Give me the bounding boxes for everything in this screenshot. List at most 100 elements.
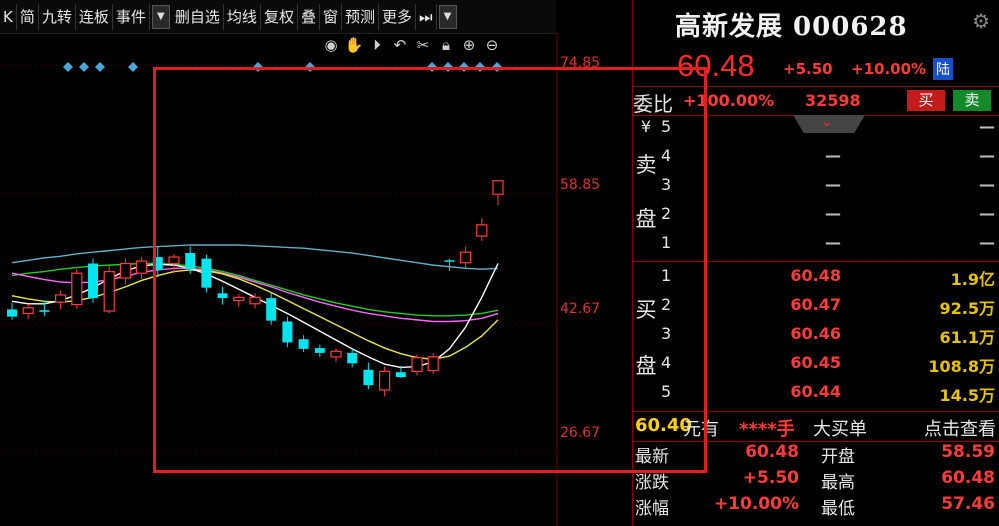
- candle[interactable]: [314, 344, 325, 357]
- candle[interactable]: [71, 269, 83, 309]
- candle-body: [54, 294, 67, 303]
- candle[interactable]: [476, 218, 488, 241]
- candle-body: [39, 310, 50, 312]
- toolbar-button[interactable]: K: [0, 3, 17, 30]
- event-marker[interactable]: [492, 62, 502, 72]
- zoom-in-icon[interactable]: ⊕: [460, 36, 478, 54]
- order-ratio-label: 委比: [633, 92, 673, 116]
- view-link[interactable]: 点击查看: [924, 415, 996, 441]
- event-marker[interactable]: [305, 62, 315, 72]
- candle[interactable]: [411, 354, 423, 376]
- event-marker[interactable]: [427, 62, 437, 72]
- event-marker[interactable]: [63, 62, 73, 72]
- ask-row[interactable]: 5—: [659, 117, 999, 146]
- candle-body: [444, 260, 455, 262]
- scissors-icon[interactable]: ✂: [414, 36, 432, 54]
- candle[interactable]: [460, 246, 472, 269]
- price-change-pct: +10.00%: [851, 60, 927, 78]
- play-icon[interactable]: ⏵: [368, 36, 386, 54]
- candle[interactable]: [492, 180, 504, 206]
- big-order-row[interactable]: 60.40 元有 ****手 大买单 点击查看: [633, 411, 999, 442]
- toolbar-button[interactable]: 连板: [76, 3, 113, 30]
- candle[interactable]: [427, 352, 439, 374]
- candle[interactable]: [330, 348, 342, 362]
- candle[interactable]: [363, 362, 374, 390]
- event-marker[interactable]: [443, 62, 453, 72]
- toolbar-button[interactable]: 事件: [113, 3, 150, 30]
- bid-row[interactable]: 3 60.46 61.1万: [659, 324, 999, 353]
- candle[interactable]: [103, 265, 115, 314]
- candle-body: [119, 262, 132, 279]
- eye-icon[interactable]: ◉: [322, 36, 340, 54]
- ask-row[interactable]: 1 — —: [659, 233, 999, 262]
- bid-volume: 108.8万: [928, 357, 995, 376]
- candle-body: [460, 251, 472, 264]
- ask-row[interactable]: 4 — —: [659, 146, 999, 175]
- quote-value: 57.46: [941, 494, 995, 514]
- lock-icon[interactable]: 🔒︎: [437, 36, 455, 54]
- candle[interactable]: [233, 294, 245, 307]
- candle[interactable]: [266, 293, 277, 325]
- market-badge[interactable]: 陆: [933, 58, 953, 80]
- level-number: 2: [661, 204, 672, 223]
- zoom-out-icon[interactable]: ⊖: [483, 36, 501, 54]
- sell-button[interactable]: 卖: [953, 90, 991, 111]
- toolbar-button[interactable]: 简: [17, 3, 39, 30]
- event-marker[interactable]: [95, 62, 105, 72]
- ask-price: —: [825, 233, 841, 252]
- toolbar-button[interactable]: 预测: [342, 3, 379, 30]
- event-marker[interactable]: [475, 62, 485, 72]
- gear-icon[interactable]: ⚙: [972, 9, 990, 33]
- level-number: 1: [661, 266, 672, 285]
- bid-row[interactable]: 1 60.48 1.9亿: [659, 266, 999, 295]
- candle[interactable]: [298, 335, 309, 353]
- event-marker[interactable]: [459, 62, 469, 72]
- big-order-unit: 元有: [683, 419, 719, 440]
- bid-price: 60.44: [790, 382, 841, 401]
- candle[interactable]: [217, 286, 228, 305]
- candle[interactable]: [444, 258, 455, 271]
- ask-row[interactable]: 3 — —: [659, 175, 999, 204]
- toolbar-button[interactable]: 复权: [261, 3, 298, 30]
- bid-price: 60.46: [790, 324, 841, 343]
- candle[interactable]: [152, 246, 163, 278]
- chart-tools: ◉ ✋ ⏵ ↶ ✂ 🔒︎ ⊕ ⊖: [322, 36, 501, 54]
- bid-row[interactable]: 5 60.44 14.5万: [659, 382, 999, 411]
- candle[interactable]: [282, 316, 293, 348]
- event-marker[interactable]: [128, 62, 138, 72]
- toolbar-button[interactable]: 叠: [298, 3, 320, 30]
- event-marker[interactable]: [79, 62, 89, 72]
- candle[interactable]: [54, 290, 67, 310]
- toolbar-button[interactable]: 均线: [224, 3, 261, 30]
- undo-icon[interactable]: ↶: [391, 36, 409, 54]
- candle[interactable]: [379, 366, 391, 397]
- quote-label: 开盘: [821, 447, 855, 467]
- toolbar-button[interactable]: ⏭: [416, 3, 437, 30]
- ask-price: —: [825, 204, 841, 223]
- candle-body: [249, 296, 261, 305]
- toolbar-button[interactable]: 九转: [39, 3, 76, 30]
- candle[interactable]: [136, 257, 148, 279]
- dropdown-arrow-icon[interactable]: ▼: [151, 4, 170, 29]
- dropdown-arrow-icon[interactable]: ▼: [438, 4, 457, 29]
- event-marker[interactable]: [253, 62, 263, 72]
- candle[interactable]: [119, 258, 132, 285]
- candle[interactable]: [7, 302, 17, 320]
- bid-row[interactable]: 4 60.45 108.8万: [659, 353, 999, 382]
- bid-row[interactable]: 2 60.47 92.5万: [659, 295, 999, 324]
- candle-body: [411, 357, 423, 373]
- candle[interactable]: [347, 348, 358, 368]
- quote-label: 最高: [821, 473, 855, 493]
- candle[interactable]: [201, 254, 212, 293]
- toolbar-button[interactable]: 更多: [379, 3, 417, 30]
- ask-row[interactable]: 2 — —: [659, 204, 999, 233]
- toolbar-button[interactable]: 窗: [320, 3, 342, 30]
- toolbar-button[interactable]: 删自选: [172, 3, 224, 30]
- bid-price: 60.48: [790, 266, 841, 285]
- candle[interactable]: [88, 258, 98, 303]
- buy-button[interactable]: 买: [907, 90, 945, 111]
- candle[interactable]: [168, 253, 180, 274]
- kline-chart[interactable]: [0, 55, 556, 526]
- candle[interactable]: [22, 303, 34, 320]
- hand-icon[interactable]: ✋: [345, 36, 364, 54]
